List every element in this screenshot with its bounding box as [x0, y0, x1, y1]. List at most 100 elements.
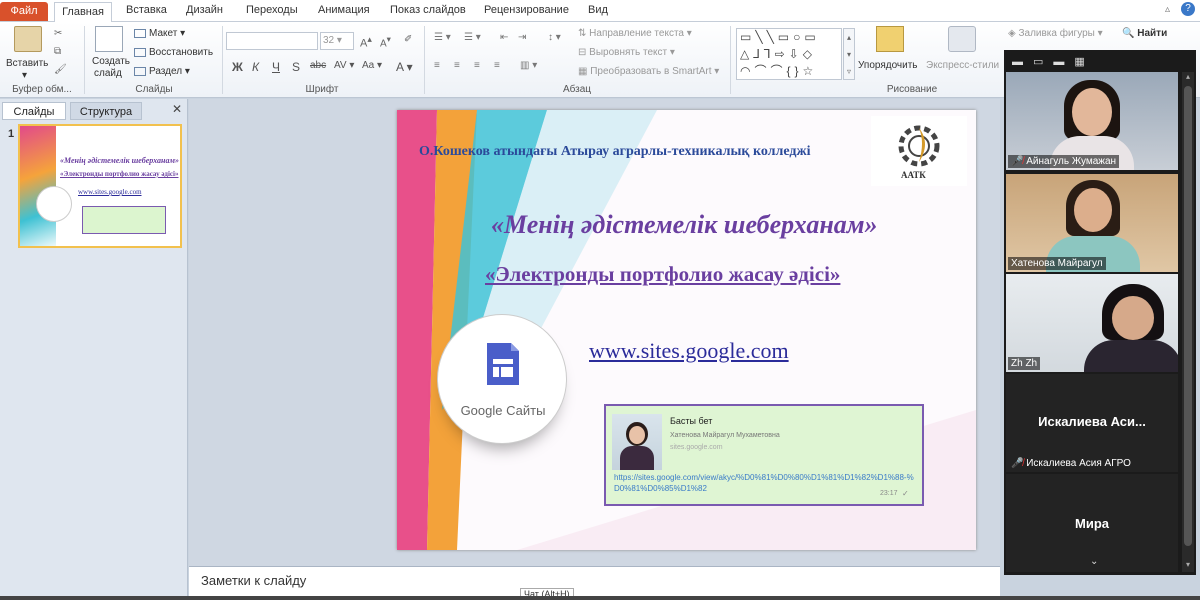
tab-file[interactable]: Файл [0, 2, 48, 21]
underline-icon[interactable]: Ч [272, 60, 280, 74]
card-time: 23:17 [880, 490, 898, 497]
participant-display-4: Искалиева Аси... [1038, 414, 1146, 429]
tab-slides[interactable]: Слайды [2, 102, 66, 120]
tab-slideshow[interactable]: Показ слайдов [390, 4, 466, 16]
justify-icon[interactable]: ≡ [494, 60, 500, 71]
chevron-down-icon[interactable]: ⌄ [1090, 556, 1098, 567]
new-slide-button-line2[interactable]: слайд [94, 68, 122, 79]
line-spacing-icon[interactable]: ↕ ▾ [548, 32, 561, 43]
clear-format-icon[interactable]: ✐ [404, 34, 412, 45]
grow-font-icon[interactable]: A▴ [360, 34, 372, 50]
slide-url[interactable]: www.sites.google.com [589, 338, 789, 364]
increase-indent-icon[interactable]: ⇥ [518, 32, 526, 43]
dock-icon[interactable]: ▭ [1033, 56, 1053, 68]
participant-tile-3[interactable]: Zh Zh [1006, 274, 1178, 372]
align-text-button[interactable]: ⊟ Выровнять текст ▾ [578, 47, 675, 58]
decrease-indent-icon[interactable]: ⇤ [500, 32, 508, 43]
scroll-up-icon[interactable]: ▴ [1183, 72, 1193, 81]
align-left-icon[interactable]: ≡ [434, 60, 440, 71]
scroll-thumb[interactable] [1184, 86, 1192, 546]
slide-title: «Менің әдістемелік шеберханам» [491, 210, 878, 239]
card-name: Хатенова Майрагул Мухаметовна [670, 432, 780, 439]
quick-styles-icon[interactable] [948, 26, 976, 52]
cut-icon[interactable]: ✂ [54, 28, 62, 39]
google-sites-label: Google Сайты [460, 403, 546, 418]
tab-outline[interactable]: Структура [70, 102, 142, 120]
thumb-google-circle [36, 186, 72, 222]
participant-tile-1[interactable]: 🎤̸ Айнагуль Жумажан [1006, 72, 1178, 170]
participant-tile-5[interactable]: Мира ⌄ [1006, 474, 1178, 572]
find-icon: 🔍 [1122, 28, 1138, 39]
delivered-check-icon: ✓ [902, 489, 909, 498]
tab-review[interactable]: Рецензирование [484, 4, 569, 16]
muted-mic-icon: 🎤̸ [1011, 156, 1027, 167]
slide-thumbnail[interactable]: «Менің әдістемелік шеберханам» «Электрон… [18, 124, 182, 248]
copy-icon[interactable]: ⧉ [54, 46, 61, 57]
section-icon [134, 66, 146, 76]
minimize-ribbon-icon[interactable]: ▵ [1165, 4, 1170, 15]
new-slide-icon[interactable] [95, 26, 123, 52]
paste-dropdown-icon[interactable]: ▾ [22, 70, 27, 81]
clipboard-group-label: Буфер обм... [12, 84, 72, 95]
reset-button[interactable]: Восстановить [134, 47, 213, 58]
participant-tile-2[interactable]: Хатенова Майрагул [1006, 174, 1178, 272]
tab-home[interactable]: Главная [54, 2, 112, 23]
bold-icon[interactable]: Ж [232, 60, 243, 74]
format-painter-icon[interactable]: 🖌 [54, 64, 67, 75]
close-pane-icon[interactable]: ✕ [172, 102, 182, 116]
paste-button[interactable]: Вставить [6, 58, 48, 69]
participant-tile-4[interactable]: Искалиева Аси... 🎤̸ Искалиева Асия АГРО [1006, 374, 1178, 472]
ribbon-tab-bar: Файл Главная Вставка Дизайн Переходы Ани… [0, 0, 1200, 23]
font-size-input[interactable]: 32 ▾ [320, 32, 354, 50]
paste-icon[interactable] [14, 26, 42, 52]
numbering-icon[interactable]: ☰ ▾ [464, 32, 481, 43]
gallery-icon[interactable]: ▦ [1074, 56, 1094, 68]
thumb-url: www.sites.google.com [78, 188, 142, 196]
tab-animation[interactable]: Анимация [318, 4, 370, 16]
tab-transitions[interactable]: Переходы [246, 4, 298, 16]
strikethrough-icon[interactable]: abc [310, 60, 326, 71]
columns-icon[interactable]: ▥ ▾ [520, 60, 537, 71]
shadow-icon[interactable]: S [292, 60, 300, 74]
scroll-down-icon[interactable]: ▾ [1183, 560, 1193, 569]
font-name-input[interactable] [226, 32, 318, 50]
font-color-icon[interactable]: A ▾ [396, 60, 413, 74]
notes-pane[interactable]: Заметки к слайду [189, 566, 1000, 600]
shape-fill-button[interactable]: ◈ Заливка фигуры ▾ [1008, 28, 1103, 39]
italic-icon[interactable]: К [252, 60, 259, 74]
change-case-icon[interactable]: Aa ▾ [362, 60, 382, 71]
text-direction-button[interactable]: ⇅ Направление текста ▾ [578, 28, 692, 39]
slide[interactable]: О.Кошеков атындағы Атырау аграрлы-техник… [397, 110, 976, 550]
participant-name-3: Zh Zh [1008, 357, 1041, 370]
slides-group-label: Слайды [135, 84, 173, 95]
tab-view[interactable]: Вид [588, 4, 608, 16]
float-icon[interactable]: ▬ [1053, 56, 1074, 68]
video-scrollbar[interactable]: ▴ ▾ [1182, 72, 1194, 572]
arrange-icon[interactable] [876, 26, 904, 52]
arrange-button[interactable]: Упорядочить [858, 60, 918, 71]
layout-button[interactable]: Макет ▾ [134, 28, 185, 39]
section-button[interactable]: Раздел ▾ [134, 66, 190, 77]
align-right-icon[interactable]: ≡ [474, 60, 480, 71]
shapes-gallery[interactable]: ▭╲╲▭○▭ △⅃⅂⇨⇩◇ ◠⌒⌒{}☆ [736, 28, 842, 80]
char-spacing-icon[interactable]: AV ▾ [334, 60, 354, 71]
shrink-font-icon[interactable]: A▾ [380, 34, 391, 49]
logo-text: ААТК [901, 170, 926, 180]
help-icon[interactable]: ? [1181, 2, 1195, 16]
shapes-scroll[interactable]: ▴ ▾ ▿ [843, 28, 855, 80]
link-preview-card: Басты бет Хатенова Майрагул Мухаметовна … [604, 404, 924, 506]
tab-insert[interactable]: Вставка [126, 4, 167, 16]
find-button[interactable]: 🔍 Найти [1122, 28, 1167, 39]
new-slide-button[interactable]: Создать [92, 56, 130, 67]
smartart-button[interactable]: ▦ Преобразовать в SmartArt ▾ [578, 66, 719, 77]
bullets-icon[interactable]: ☰ ▾ [434, 32, 451, 43]
quick-styles-button[interactable]: Экспресс-стили [926, 60, 999, 71]
align-text-icon: ⊟ [578, 47, 590, 58]
card-link[interactable]: https://sites.google.com/view/akyc/%D0%8… [614, 472, 914, 494]
tab-design[interactable]: Дизайн [186, 4, 223, 16]
slide-number: 1 [8, 128, 15, 140]
align-center-icon[interactable]: ≡ [454, 60, 460, 71]
minimize-icon[interactable]: ▬ [1012, 56, 1033, 68]
college-name: О.Кошеков атындағы Атырау аграрлы-техник… [419, 144, 811, 159]
view-controls[interactable]: ▬▭▬▦ [1012, 55, 1095, 68]
